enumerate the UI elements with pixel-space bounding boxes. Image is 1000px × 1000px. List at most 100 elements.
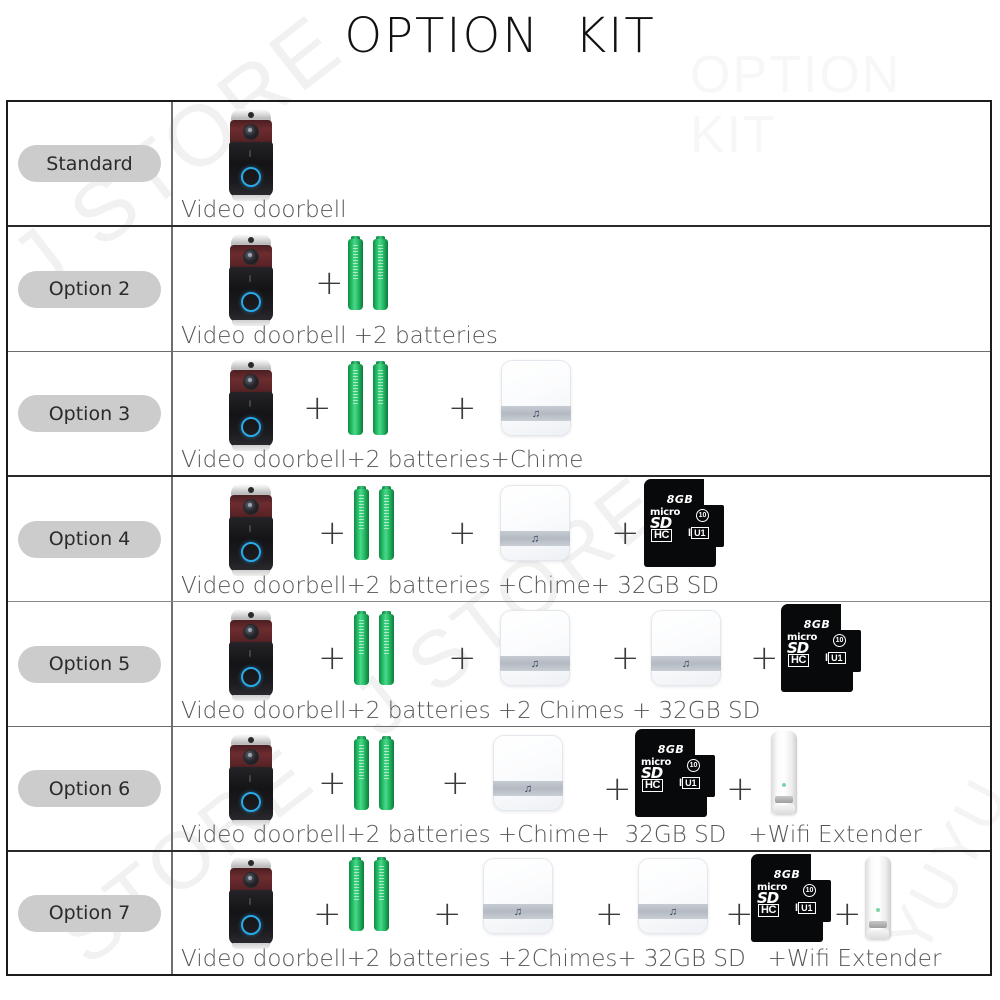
row-caption: Video doorbell+2 batteries +Chime+ 32GB …	[181, 822, 923, 848]
plus-icon: +	[303, 388, 332, 428]
doorbell-image	[228, 609, 274, 701]
doorbell-image	[228, 359, 274, 451]
doorbell-image	[228, 234, 274, 326]
music-note-icon: ♫	[531, 407, 541, 420]
row-caption: Video doorbell+2 batteries +2Chimes+ 32G…	[181, 946, 942, 972]
plus-icon: +	[448, 638, 477, 678]
table-row: Option 3 + + ♫ Video doorbell+2 batterie…	[8, 352, 990, 477]
sd-capacity-label: 8GB	[803, 618, 831, 631]
product-row: +	[173, 227, 990, 326]
chime-image: ♫	[651, 610, 721, 686]
table-row: Option 4 + + ♫ + 8GB micro SD 10 HC I U1…	[8, 477, 990, 602]
product-row: + + ♫ +	[173, 602, 990, 701]
chime-image: ♫	[500, 610, 570, 686]
option-pill-option-6[interactable]: Option 6	[18, 770, 161, 807]
row-caption: Video doorbell+2 batteries+Chime	[181, 447, 584, 473]
plus-icon: +	[725, 894, 754, 934]
plus-icon: +	[318, 638, 347, 678]
sd-capacity-label: 8GB	[666, 493, 694, 506]
plus-icon: +	[313, 894, 342, 934]
music-note-icon: ♫	[523, 782, 533, 795]
row-caption: Video doorbell	[181, 197, 347, 223]
table-row: Option 7 + + ♫ + ♫ + 8GB micro SD 10 HC …	[8, 852, 990, 974]
sd-capacity-label: 8GB	[773, 868, 801, 881]
option-pill-option-3[interactable]: Option 3	[18, 395, 161, 432]
option-content: + + ♫ +	[173, 852, 990, 974]
wifi-extender-image	[771, 731, 797, 815]
sd-u1-label: I U1	[825, 652, 846, 665]
row-caption: Video doorbell+2 batteries +2 Chimes + 3…	[181, 698, 761, 724]
option-label-cell: Option 2	[8, 227, 173, 351]
option-pill-standard[interactable]: Standard	[18, 145, 161, 182]
table-row: Option 5 + + ♫ + ♫ + 8GB micro SD 10 HC …	[8, 602, 990, 727]
plus-icon: +	[611, 638, 640, 678]
plus-icon: +	[441, 763, 470, 803]
row-caption: Video doorbell +2 batteries	[181, 323, 498, 349]
table-row: Option 2 + Video doorbell +2 batteries	[8, 227, 990, 352]
option-content: + + ♫ +	[173, 602, 990, 726]
sd-capacity-label: 8GB	[657, 743, 685, 756]
battery-pair-image	[348, 236, 388, 310]
option-pill-option-4[interactable]: Option 4	[18, 520, 161, 558]
music-note-icon: ♫	[530, 657, 540, 670]
page-title: OPTION KIT	[344, 8, 656, 64]
option-label-cell: Option 7	[8, 852, 173, 974]
plus-icon: +	[448, 513, 477, 553]
plus-icon: +	[611, 513, 640, 553]
sd-card-image: 8GB micro SD 10 HC I U1	[644, 479, 724, 567]
sd-hc-label: HC	[758, 904, 779, 917]
plus-icon: +	[315, 263, 344, 303]
sd-card-image: 8GB micro SD 10 HC I U1	[635, 729, 715, 817]
plus-icon: +	[833, 894, 862, 934]
battery-pair-image	[354, 611, 394, 685]
plus-icon: +	[448, 388, 477, 428]
option-content: Video doorbell	[173, 102, 990, 225]
battery-pair-image	[348, 361, 388, 435]
product-row: + + ♫ +	[173, 477, 990, 576]
product-row: + + ♫	[173, 352, 990, 451]
battery-pair-image	[354, 486, 394, 560]
chime-image: ♫	[493, 735, 563, 811]
table-row: Standard Video doorbell	[8, 102, 990, 227]
option-kit-table: Standard Video doorbell Option 2 + Video…	[6, 100, 992, 976]
sd-hc-label: HC	[788, 654, 809, 667]
option-pill-option-2[interactable]: Option 2	[18, 270, 161, 308]
option-pill-option-7[interactable]: Option 7	[18, 894, 161, 932]
doorbell-image	[228, 734, 274, 826]
music-note-icon: ♫	[681, 657, 691, 670]
music-note-icon: ♫	[530, 532, 540, 545]
option-content: + + ♫ +	[173, 477, 990, 601]
music-note-icon: ♫	[668, 905, 678, 918]
plus-icon: +	[595, 894, 624, 934]
sd-hc-label: HC	[651, 529, 672, 542]
sd-class10-icon: 10	[803, 884, 816, 897]
option-pill-option-5[interactable]: Option 5	[18, 645, 161, 683]
option-content: + + ♫ +	[173, 727, 990, 850]
product-row: + + ♫ +	[173, 727, 990, 826]
sd-card-image: 8GB micro SD 10 HC I U1	[781, 604, 861, 692]
sd-card-image: 8GB micro SD 10 HC I U1	[751, 854, 831, 942]
option-label-cell: Option 6	[8, 727, 173, 850]
plus-icon: +	[318, 763, 347, 803]
plus-icon: +	[603, 769, 632, 809]
plus-icon: +	[318, 513, 347, 553]
sd-class10-icon: 10	[696, 509, 709, 522]
option-content: + + ♫ Video doorbell+2 batteries+Chime	[173, 352, 990, 475]
plus-icon: +	[433, 894, 462, 934]
battery-pair-image	[349, 857, 389, 931]
row-caption: Video doorbell+2 batteries +Chime+ 32GB …	[181, 573, 720, 599]
option-label-cell: Option 3	[8, 352, 173, 475]
plus-icon: +	[726, 769, 755, 809]
chime-image: ♫	[501, 360, 571, 436]
sd-u1-label: I U1	[688, 527, 709, 540]
option-label-cell: Standard	[8, 102, 173, 225]
table-row: Option 6 + + ♫ + 8GB micro SD 10 HC I U1…	[8, 727, 990, 852]
doorbell-image	[228, 484, 274, 576]
sd-u1-label: I U1	[795, 902, 816, 915]
doorbell-image	[228, 857, 274, 949]
sd-class10-icon: 10	[687, 759, 700, 772]
sd-u1-label: I U1	[679, 777, 700, 790]
sd-hc-label: HC	[642, 779, 663, 792]
product-row	[173, 102, 990, 201]
battery-pair-image	[354, 736, 394, 810]
